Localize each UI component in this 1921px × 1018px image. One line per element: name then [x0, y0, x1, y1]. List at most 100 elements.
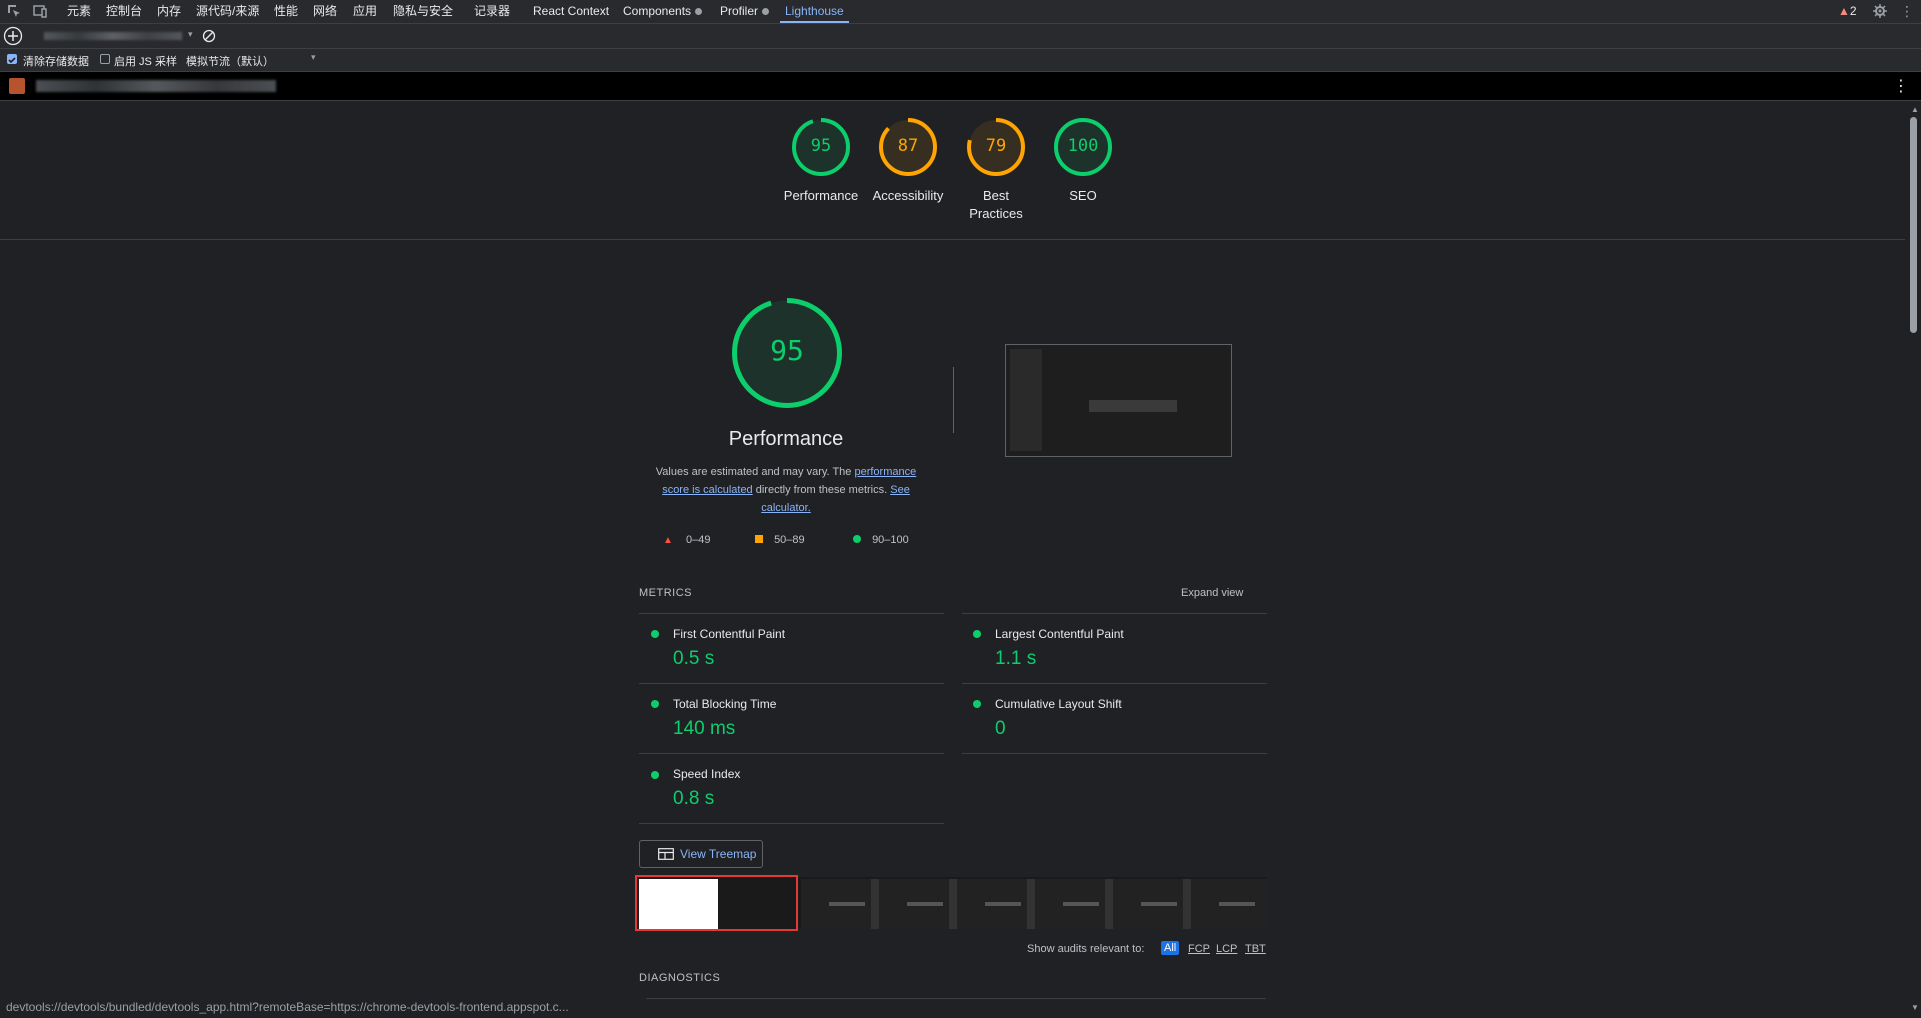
inspect-element-icon[interactable] [7, 4, 21, 18]
scrollbar-thumb[interactable] [1910, 117, 1917, 333]
clear-storage-label: 清除存储数据 [23, 56, 89, 68]
settings-gear-icon[interactable] [1873, 4, 1887, 18]
js-sampling-checkbox[interactable] [100, 54, 110, 64]
diagnostics-divider [639, 998, 1266, 999]
tbt-label: Total Blocking Time [673, 697, 777, 711]
tab-application[interactable]: 应用 [353, 0, 377, 23]
legend-pass: 90–100 [853, 534, 909, 546]
tab-elements[interactable]: 元素 [67, 0, 91, 23]
metric-divider [639, 613, 944, 614]
more-options-icon[interactable]: ⋮ [1900, 2, 1914, 20]
legend-pass-range: 90–100 [872, 534, 909, 546]
report-menu-icon[interactable]: ⋮ [1893, 76, 1909, 96]
report-url-blurred [36, 80, 276, 92]
filter-fcp-chip[interactable]: FCP [1188, 943, 1210, 955]
throttling-select[interactable]: 模拟节流（默认） [186, 53, 274, 69]
si-pass-dot-icon [651, 771, 659, 779]
legend-fail: ▲ 0–49 [663, 534, 710, 546]
si-value: 0.8 s [673, 788, 715, 809]
filmstrip-highlight-box [635, 875, 798, 931]
warning-triangle-icon: ▲ [1838, 4, 1850, 18]
filter-tbt-chip[interactable]: TBT [1245, 943, 1266, 955]
gauge-label-accessibility: Accessibility [872, 188, 944, 203]
filmstrip-frame [1191, 879, 1266, 929]
clear-reports-icon[interactable] [202, 29, 216, 43]
throttling-chevron-icon[interactable]: ▾ [311, 52, 316, 63]
report-scrollbar[interactable]: ▲ ▼ [1906, 101, 1921, 1018]
report-dropdown-chevron-icon[interactable]: ▾ [188, 29, 193, 40]
device-toolbar-icon[interactable] [33, 4, 47, 18]
performance-description: Values are estimated and may vary. The p… [645, 463, 927, 517]
metric-divider [962, 683, 1267, 684]
gauge-score: 87 [897, 136, 919, 156]
gauge-score: 95 [810, 136, 832, 156]
filter-all-chip[interactable]: All [1161, 941, 1180, 955]
gauge-score: 79 [985, 136, 1007, 156]
filmstrip-frame [957, 879, 1035, 929]
tbt-value: 140 ms [673, 718, 736, 739]
gauge-label-seo: SEO [1069, 188, 1097, 203]
tab-components-label: Components [623, 4, 692, 18]
view-treemap-button[interactable]: View Treemap [639, 840, 763, 868]
desc-prefix: Values are estimated and may vary. The [655, 466, 855, 478]
scroll-up-icon[interactable]: ▲ [1911, 105, 1919, 114]
metric-divider [639, 753, 944, 754]
metric-divider [962, 613, 1267, 614]
tab-lighthouse[interactable]: Lighthouse [780, 0, 849, 23]
metric-divider [962, 753, 1267, 754]
fcp-value: 0.5 s [673, 648, 715, 669]
tab-components[interactable]: Components [623, 0, 703, 23]
cls-pass-dot-icon [973, 700, 981, 708]
fail-triangle-icon: ▲ [663, 535, 673, 546]
gauge-label-performance: Performance [783, 188, 859, 203]
metric-divider [639, 683, 944, 684]
new-report-plus-icon[interactable] [3, 26, 23, 46]
tab-memory[interactable]: 内存 [157, 0, 181, 23]
average-square-icon [755, 535, 763, 543]
audit-filter-label: Show audits relevant to: [1027, 943, 1145, 955]
devtools-tab-bar: 元素 控制台 内存 源代码/来源 性能 网络 应用 隐私与安全 记录器 Reac… [0, 0, 1921, 24]
gauge-score: 100 [1067, 136, 1099, 156]
lcp-label: Largest Contentful Paint [995, 627, 1124, 641]
score-gauge-performance[interactable]: 95 [791, 117, 851, 177]
performance-title: Performance [728, 428, 844, 450]
report-selector-blurred[interactable] [44, 32, 182, 40]
desc-mid: directly from these metrics. [752, 484, 891, 496]
lcp-value: 1.1 s [995, 648, 1037, 669]
final-screenshot-thumbnail[interactable] [1005, 344, 1232, 457]
tab-profiler-label: Profiler [720, 4, 759, 18]
diagnostics-header: DIAGNOSTICS [639, 972, 721, 984]
thumb-search-box [1089, 400, 1177, 412]
js-sampling-label: 启用 JS 采样 [114, 56, 177, 68]
tbt-pass-dot-icon [651, 700, 659, 708]
section-divider [953, 367, 954, 433]
tab-network[interactable]: 网络 [313, 0, 337, 23]
report-url-bar: ⋮ [0, 72, 1921, 101]
tab-sources[interactable]: 源代码/来源 [196, 0, 259, 23]
cls-label: Cumulative Layout Shift [995, 697, 1122, 711]
tab-console[interactable]: 控制台 [106, 0, 142, 23]
score-gauge-accessibility[interactable]: 87 [878, 117, 938, 177]
site-favicon-icon [9, 78, 25, 94]
view-treemap-label: View Treemap [680, 847, 757, 861]
warning-count: 2 [1849, 4, 1857, 18]
score-gauge-seo[interactable]: 100 [1053, 117, 1113, 177]
fcp-pass-dot-icon [651, 630, 659, 638]
scroll-down-icon[interactable]: ▼ [1911, 1003, 1919, 1012]
tab-profiler-dot-icon [762, 8, 770, 16]
gauge-label-best-practices: Best Practices [969, 188, 1023, 221]
expand-view-toggle[interactable]: Expand view [1181, 587, 1243, 599]
performance-large-score: 95 [770, 334, 804, 367]
score-gauge-best-practices[interactable]: 79 [966, 117, 1026, 177]
lighthouse-options-bar: 清除存储数据 启用 JS 采样 模拟节流（默认） ▾ [0, 49, 1921, 72]
lighthouse-toolbar: ▾ [0, 24, 1921, 49]
clear-storage-checkbox[interactable] [7, 54, 17, 64]
tab-react-context[interactable]: React Context [533, 0, 609, 23]
warning-indicator[interactable]: ▲2 [1838, 3, 1857, 19]
filter-lcp-chip[interactable]: LCP [1216, 943, 1237, 955]
tab-profiler[interactable]: Profiler [720, 0, 770, 23]
tab-privacy-security[interactable]: 隐私与安全 [393, 0, 453, 23]
tab-recorder[interactable]: 记录器 [474, 0, 510, 23]
fcp-label: First Contentful Paint [673, 627, 786, 641]
tab-performance[interactable]: 性能 [274, 0, 298, 23]
